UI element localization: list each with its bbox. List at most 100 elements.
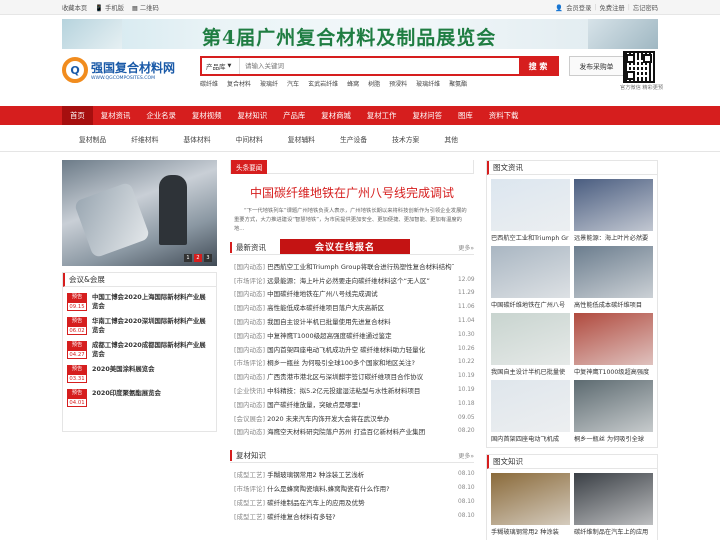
conference-title[interactable]: 中国工博会2020上海国际新材料产业展览会 [92, 293, 212, 311]
subnav-item[interactable]: 纤维材料 [131, 134, 158, 144]
hot-keyword[interactable]: 蜂窝 [347, 79, 359, 88]
subnav-item[interactable]: 复材制品 [79, 134, 106, 144]
site-logo[interactable]: Q 强国复合材料网 WWW.QGCOMPOSITES.COM [62, 57, 175, 83]
news-category[interactable]: [国内动态] [234, 426, 265, 436]
news-title[interactable]: 海鹰空天材料研究院落户苏州 打造百亿新材料产业集团 [267, 426, 454, 436]
news-item[interactable]: [国内动态] 国内首架四座电动飞机成功升空 碳纤维材料助力轻量化 10.26 [230, 342, 475, 356]
news-category[interactable]: [企业快讯] [234, 385, 265, 395]
more-link[interactable]: 更多» [458, 451, 474, 460]
picture-item[interactable]: 巴西航空工业和Triumph Gr [491, 179, 570, 242]
news-item[interactable]: [国内动态] 中国碳纤维地铁在广州八号线完成调试 11.29 [230, 287, 475, 301]
news-title[interactable]: 碳纤维复合材料有多轻? [267, 511, 454, 521]
news-title[interactable]: 国内首架四座电动飞机成功升空 碳纤维材料助力轻量化 [267, 344, 454, 354]
picture-caption[interactable]: 国内首架四座电动飞机成 [491, 434, 570, 443]
hot-keyword[interactable]: 碳纤维 [200, 79, 218, 88]
news-title[interactable]: 国产碳纤维放量，突破点是哪里! [267, 399, 454, 409]
search-category-select[interactable]: 产品库 ▼ [202, 58, 240, 74]
conference-item[interactable]: 预告 09.15 中国工博会2020上海国际新材料产业展览会 [67, 293, 212, 311]
subnav-item[interactable]: 生产设备 [340, 134, 367, 144]
news-category[interactable]: [国内动态] [234, 399, 265, 409]
search-button[interactable]: 搜 索 [519, 58, 557, 74]
news-category[interactable]: [成型工艺] [234, 469, 265, 479]
hot-keyword[interactable]: 玄武岩纤维 [308, 79, 338, 88]
news-title[interactable]: 手糊玻璃钢常用2 种涂装工艺浅析 [267, 469, 454, 479]
news-item[interactable]: [国内动态] 我国自主设计半机已批量使用先进复合材料 11.04 [230, 314, 475, 328]
nav-item-gallery[interactable]: 图库 [450, 106, 481, 125]
bookmark-link[interactable]: 收藏本页 [62, 3, 87, 12]
picture-caption[interactable]: 高性能低成本碳纤维项目 [574, 300, 653, 309]
subnav-item[interactable]: 中间材料 [236, 134, 263, 144]
more-link[interactable]: 更多» [458, 243, 474, 252]
subnav-item[interactable]: 技术方案 [392, 134, 419, 144]
news-category[interactable]: [国内动态] [234, 330, 265, 340]
picture-thumbnail[interactable] [574, 473, 653, 525]
hot-keyword[interactable]: 玻璃纤 [260, 79, 278, 88]
nav-item-news[interactable]: 复材资讯 [93, 106, 139, 125]
news-category[interactable]: [市场评论] [234, 357, 265, 367]
nav-item-qa[interactable]: 复材问答 [404, 106, 450, 125]
hot-keyword[interactable]: 汽车 [287, 79, 299, 88]
conference-title[interactable]: 华南工博会2020深圳国际新材料产业展览会 [92, 317, 212, 335]
news-category[interactable]: [会议展会] [234, 413, 265, 423]
nav-item-home[interactable]: 首页 [62, 106, 93, 125]
slider-dot[interactable]: 2 [194, 254, 202, 262]
subnav-item[interactable]: 复材辅料 [288, 134, 315, 144]
conference-signup-ad[interactable]: 会议在线报名 [280, 239, 410, 254]
picture-caption[interactable]: 手糊玻璃钢常用2 种涂装 [491, 527, 570, 536]
news-item[interactable]: [成型工艺] 碳纤维制品在汽车上的应用及优势 08.10 [230, 495, 475, 509]
news-item[interactable]: [企业快讯] 中科精技：拟5.2亿元投建湿法粘型与水性新材料项目 10.19 [230, 383, 475, 397]
news-title[interactable]: 我国自主设计半机已批量使用先进复合材料 [267, 316, 454, 326]
news-category[interactable]: [国内动态] [234, 371, 265, 381]
conference-title[interactable]: 2020印度聚氨酯展览会 [92, 389, 161, 407]
subnav-item[interactable]: 基体材料 [183, 134, 210, 144]
picture-thumbnail[interactable] [491, 473, 570, 525]
news-category[interactable]: [国内动态] [234, 316, 265, 326]
news-item[interactable]: [国内动态] 国产碳纤维放量，突破点是哪里! 10.18 [230, 397, 475, 411]
register-link[interactable]: 免费注册 [600, 3, 625, 12]
news-title[interactable]: 广西贵港市港北区与深圳麒宇签订碳纤维项目合作协议 [267, 371, 454, 381]
news-item[interactable]: [会议展会] 2020 未来汽车内饰开发大会将在武汉举办 09.05 [230, 411, 475, 425]
headline-title[interactable]: 中国碳纤维地铁在广州八号线完成调试 [230, 184, 474, 201]
picture-thumbnail[interactable] [574, 179, 653, 231]
picture-thumbnail[interactable] [491, 380, 570, 432]
nav-item-videos[interactable]: 复材视频 [184, 106, 230, 125]
picture-thumbnail[interactable] [491, 313, 570, 365]
news-category[interactable]: [成型工艺] [234, 497, 265, 507]
forgot-password-link[interactable]: 忘记密码 [633, 3, 658, 12]
news-title[interactable]: 远景能源：海上叶片必然要走向碳纤维材料这个“无人区” [267, 275, 454, 285]
qrcode-link[interactable]: ▦ 二维码 [132, 3, 159, 12]
picture-thumbnail[interactable] [574, 313, 653, 365]
news-category[interactable]: [国内动态] [234, 288, 265, 298]
mobile-link[interactable]: 📱 手机版 [95, 3, 124, 12]
news-item[interactable]: [市场评论] 什么是蜂窝陶瓷填料,蜂窝陶瓷有什么作用? 08.10 [230, 481, 475, 495]
picture-item[interactable]: 碳纤维制品在汽车上的应用 [574, 473, 653, 536]
nav-item-products[interactable]: 产品库 [275, 106, 313, 125]
news-item[interactable]: [市场评论] 桐乡一瓶丝 为何吸引全球100多个国家和地区关注? 10.22 [230, 356, 475, 370]
news-title[interactable]: 什么是蜂窝陶瓷填料,蜂窝陶瓷有什么作用? [267, 483, 454, 493]
picture-item[interactable]: 我国自主设计半机已批量使 [491, 313, 570, 376]
news-category[interactable]: [国内动态] [234, 302, 265, 312]
conference-item[interactable]: 预告 04.27 成都工博会2020成都国际新材料产业展览会 [67, 341, 212, 359]
nav-item-knowledge[interactable]: 复材知识 [230, 106, 276, 125]
nav-item-mall[interactable]: 复材商城 [313, 106, 359, 125]
picture-item[interactable]: 远景能源：海上叶片必然要 [574, 179, 653, 242]
picture-caption[interactable]: 我国自主设计半机已批量使 [491, 367, 570, 376]
picture-caption[interactable]: 中国碳纤维地铁在广州八号 [491, 300, 570, 309]
news-title[interactable]: 2020 未来汽车内饰开发大会将在武汉举办 [267, 413, 454, 423]
news-category[interactable]: [市场评论] [234, 275, 265, 285]
picture-caption[interactable]: 碳纤维制品在汽车上的应用 [574, 527, 653, 536]
conference-title[interactable]: 2020美国涂料展览会 [92, 365, 155, 383]
picture-item[interactable]: 高性能低成本碳纤维项目 [574, 246, 653, 309]
picture-item[interactable]: 国内首架四座电动飞机成 [491, 380, 570, 443]
slider-dot[interactable]: 1 [184, 254, 192, 262]
nav-item-jobs[interactable]: 复材工作 [359, 106, 405, 125]
news-title[interactable]: 高性能低成本碳纤维项目落户大庆高新区 [267, 302, 454, 312]
news-item[interactable]: [国内动态] 海鹰空天材料研究院落户苏州 打造百亿新材料产业集团 08.20 [230, 425, 475, 439]
news-item[interactable]: [国内动态] 高性能低成本碳纤维项目落户大庆高新区 11.06 [230, 300, 475, 314]
picture-item[interactable]: 中复神鹰T1000级超高强度 [574, 313, 653, 376]
conference-title[interactable]: 成都工博会2020成都国际新材料产业展览会 [92, 341, 212, 359]
conference-item[interactable]: 预告 06.02 华南工博会2020深圳国际新材料产业展览会 [67, 317, 212, 335]
conference-item[interactable]: 预告 03.31 2020美国涂料展览会 [67, 365, 212, 383]
picture-item[interactable]: 中国碳纤维地铁在广州八号 [491, 246, 570, 309]
picture-thumbnail[interactable] [491, 179, 570, 231]
